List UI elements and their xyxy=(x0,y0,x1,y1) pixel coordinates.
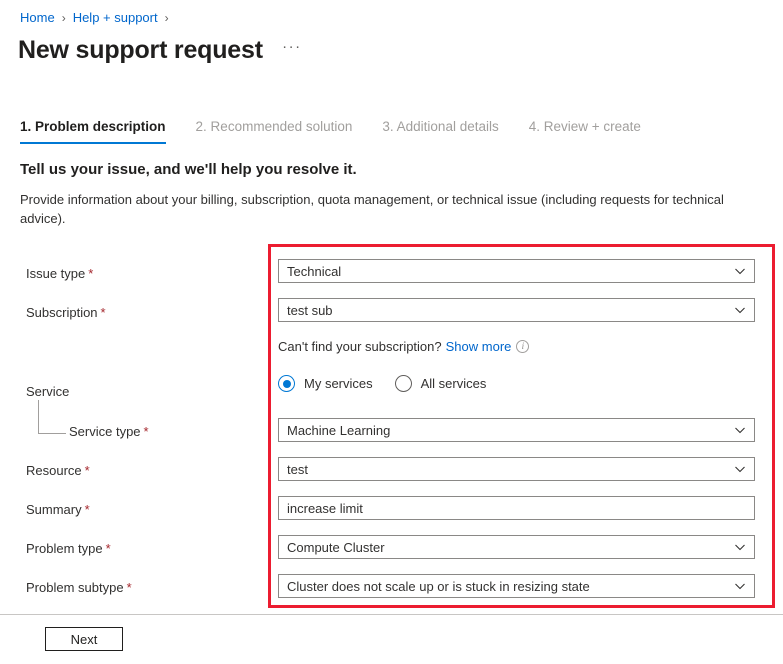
dropdown-issue-type[interactable]: Technical xyxy=(278,259,755,283)
breadcrumb: Home › Help + support › xyxy=(20,9,176,27)
tab-problem-description[interactable]: 1. Problem description xyxy=(20,118,166,144)
dropdown-service-type-value: Machine Learning xyxy=(287,423,734,438)
tree-connector-line xyxy=(38,400,66,434)
dropdown-problem-subtype[interactable]: Cluster does not scale up or is stuck in… xyxy=(278,574,755,598)
label-service-type-text: Service type xyxy=(69,424,141,439)
more-options-icon[interactable]: ··· xyxy=(281,36,303,64)
label-resource-text: Resource xyxy=(26,463,82,478)
dropdown-subscription-value: test sub xyxy=(287,303,734,318)
dropdown-issue-type-value: Technical xyxy=(287,264,734,279)
radio-selected-icon xyxy=(278,375,295,392)
page-header: New support request ··· xyxy=(18,34,303,66)
label-service: Service xyxy=(26,383,69,400)
label-problem-type-text: Problem type xyxy=(26,541,103,556)
chevron-down-icon xyxy=(734,424,746,436)
label-subscription: Subscription* xyxy=(26,304,106,321)
required-marker: * xyxy=(85,463,90,478)
dropdown-problem-type[interactable]: Compute Cluster xyxy=(278,535,755,559)
required-marker: * xyxy=(106,541,111,556)
chevron-down-icon xyxy=(734,304,746,316)
wizard-tabs: 1. Problem description 2. Recommended so… xyxy=(20,118,671,144)
radio-my-services[interactable]: My services xyxy=(278,375,373,392)
required-marker: * xyxy=(88,266,93,281)
label-problem-type: Problem type* xyxy=(26,540,111,557)
label-summary-text: Summary xyxy=(26,502,82,517)
show-more-link[interactable]: Show more xyxy=(446,338,512,355)
label-subscription-text: Subscription xyxy=(26,305,98,320)
dropdown-problem-type-value: Compute Cluster xyxy=(287,540,734,555)
service-scope-radio-group: My services All services xyxy=(278,375,508,392)
tab-review-create[interactable]: 4. Review + create xyxy=(529,118,641,144)
breadcrumb-chevron-icon: › xyxy=(165,9,169,27)
next-button[interactable]: Next xyxy=(45,627,123,651)
info-icon[interactable]: i xyxy=(516,340,529,353)
label-problem-subtype: Problem subtype* xyxy=(26,579,132,596)
textbox-summary-value: increase limit xyxy=(287,501,748,516)
label-summary: Summary* xyxy=(26,501,90,518)
intro-heading: Tell us your issue, and we'll help you r… xyxy=(20,160,357,180)
dropdown-service-type[interactable]: Machine Learning xyxy=(278,418,755,442)
label-resource: Resource* xyxy=(26,462,90,479)
dropdown-resource[interactable]: test xyxy=(278,457,755,481)
label-service-text: Service xyxy=(26,384,69,399)
textbox-summary[interactable]: increase limit xyxy=(278,496,755,520)
subscription-helper-text: Can't find your subscription? xyxy=(278,338,442,355)
intro-description: Provide information about your billing, … xyxy=(20,190,742,228)
radio-my-services-label: My services xyxy=(304,376,373,391)
breadcrumb-chevron-icon: › xyxy=(62,9,66,27)
chevron-down-icon xyxy=(734,541,746,553)
required-marker: * xyxy=(85,502,90,517)
page-title: New support request xyxy=(18,34,263,66)
required-marker: * xyxy=(101,305,106,320)
breadcrumb-link-home[interactable]: Home xyxy=(20,9,55,27)
footer-divider xyxy=(0,614,783,615)
chevron-down-icon xyxy=(734,265,746,277)
label-issue-type-text: Issue type xyxy=(26,266,85,281)
chevron-down-icon xyxy=(734,463,746,475)
label-problem-subtype-text: Problem subtype xyxy=(26,580,124,595)
tab-additional-details[interactable]: 3. Additional details xyxy=(382,118,498,144)
subscription-helper: Can't find your subscription? Show more … xyxy=(278,338,529,355)
breadcrumb-link-help-support[interactable]: Help + support xyxy=(73,9,158,27)
tab-recommended-solution[interactable]: 2. Recommended solution xyxy=(196,118,353,144)
dropdown-problem-subtype-value: Cluster does not scale up or is stuck in… xyxy=(287,579,734,594)
required-marker: * xyxy=(127,580,132,595)
label-service-type: Service type* xyxy=(69,423,149,440)
radio-all-services-label: All services xyxy=(421,376,487,391)
problem-description-form: Issue type* Technical Subscription* test… xyxy=(0,245,783,608)
dropdown-subscription[interactable]: test sub xyxy=(278,298,755,322)
label-issue-type: Issue type* xyxy=(26,265,93,282)
radio-unselected-icon xyxy=(395,375,412,392)
radio-all-services[interactable]: All services xyxy=(395,375,487,392)
dropdown-resource-value: test xyxy=(287,462,734,477)
chevron-down-icon xyxy=(734,580,746,592)
required-marker: * xyxy=(144,424,149,439)
